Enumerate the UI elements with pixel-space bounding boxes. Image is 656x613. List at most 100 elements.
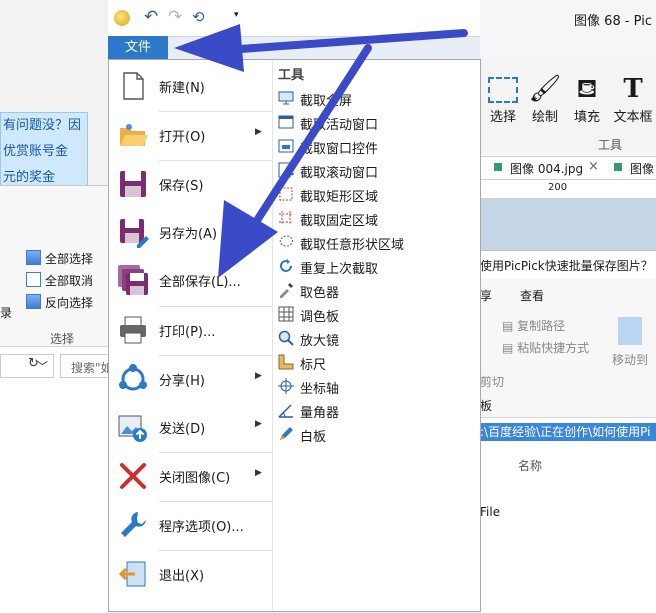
move-to-button[interactable]: 移动到 (612, 351, 648, 368)
monitor-icon (278, 91, 294, 105)
tool-color-picker[interactable]: 取色器 (278, 279, 478, 301)
fill-bucket-icon: ⛾ (576, 74, 598, 104)
select-all-button[interactable]: 全部选择 (26, 250, 93, 267)
tool-capture-fixed-region[interactable]: 截取固定区域 (278, 207, 478, 229)
rectangle-region-icon (279, 187, 293, 201)
search-input[interactable]: 搜索"如 (60, 354, 112, 378)
copy-path-button[interactable]: ▤ 复制路径 (502, 317, 565, 334)
tool-capture-rectangle[interactable]: 截取矩形区域 (278, 183, 478, 205)
tool-palette[interactable]: 调色板 (278, 303, 478, 325)
menu-item-save[interactable]: 保存(S) (109, 160, 272, 208)
nav-dropdown[interactable]: ﹀ (0, 354, 54, 378)
menu-item-save-all[interactable]: 全部保存(L)... (109, 256, 272, 304)
menu-item-print[interactable]: 打印(P)... (109, 306, 272, 354)
fill-tool-button[interactable]: ⛾ 填充 (568, 72, 606, 125)
background-explorer-window: 录 全部选择 全部取消 反向选择 选择 ﹀ ↻ 搜索"如 (0, 185, 112, 613)
close-tab-icon[interactable]: × (588, 159, 599, 174)
brush-icon: 🖌 (528, 74, 562, 104)
submenu-arrow-icon: ▶ (255, 127, 262, 137)
menu-item-open[interactable]: 打开(O) ▶ (109, 111, 272, 159)
redo-icon[interactable]: ↷ (168, 7, 182, 27)
customize-dropdown-icon[interactable]: ▾ (234, 10, 239, 20)
exit-icon (118, 561, 146, 587)
view-tab[interactable]: 查看 (520, 287, 544, 304)
submenu-arrow-icon: ▶ (255, 371, 262, 381)
share-tab[interactable]: 享 (480, 287, 492, 304)
tool-capture-fullscreen[interactable]: 截取全屏 (278, 87, 478, 109)
tool-ruler[interactable]: 标尺 (278, 351, 478, 373)
window-icon (278, 115, 294, 129)
tool-capture-control[interactable]: 截取窗口控件 (278, 135, 478, 157)
tools-group-label: 工具 (598, 138, 623, 152)
window-title: 图像 68 - Pic (574, 14, 652, 29)
palette-icon (278, 306, 294, 322)
file-label: File (480, 505, 501, 519)
crosshair-icon (278, 378, 294, 394)
ribbon-stub-label: 录 (0, 306, 13, 320)
printer-icon (120, 316, 146, 344)
ruler: 200 (480, 180, 656, 199)
draw-tool-button[interactable]: 🖌 绘制 (526, 72, 564, 125)
tool-capture-scrolling-window[interactable]: 截取滚动窗口 (278, 159, 478, 181)
capture-icon[interactable]: ⟲ (192, 8, 205, 26)
menu-item-exit[interactable]: 退出(X) (109, 550, 272, 598)
wrench-icon (121, 512, 146, 537)
menu-item-send[interactable]: 发送(D) ▶ (109, 403, 272, 451)
refresh-icon[interactable]: ↻ (28, 356, 39, 371)
save-as-icon (120, 219, 149, 248)
file-tab[interactable]: 文件 (108, 36, 168, 59)
submenu-arrow-icon: ▶ (255, 419, 262, 429)
tools-title: 工具 (278, 68, 305, 83)
control-icon (278, 139, 294, 153)
image-tab[interactable]: 图像 (630, 160, 654, 177)
tool-magnifier[interactable]: 放大镜 (278, 327, 478, 349)
freehand-region-icon (279, 235, 293, 247)
app-logo-icon (114, 10, 130, 26)
scroll-window-icon (278, 162, 294, 178)
menu-item-options[interactable]: 程序选项(O)... (109, 501, 272, 549)
paste-shortcut-button[interactable]: ▤ 粘贴快捷方式 (502, 339, 589, 356)
menu-item-save-as[interactable]: 另存为(A) (109, 208, 272, 256)
select-none-icon (26, 272, 41, 287)
select-tool-button[interactable]: 选择 (484, 72, 522, 125)
copy-path-icon: ▤ (502, 319, 518, 333)
address-bar[interactable]: :\百度经验\正在创作\如何使用Pi (480, 423, 656, 441)
move-to-icon (618, 317, 642, 345)
close-image-icon (120, 463, 146, 489)
magnifier-icon (278, 330, 294, 346)
submenu-arrow-icon: ▶ (255, 468, 262, 478)
image-tab-icon (614, 163, 622, 171)
menu-item-close-image[interactable]: 关闭图像(C) ▶ (109, 452, 272, 500)
text-t-icon: T (623, 74, 643, 104)
background-promo-panel: 有问题没？因 优赏账号金 元的奖金 (0, 112, 88, 190)
select-none-button[interactable]: 全部取消 (26, 272, 93, 289)
invert-selection-button[interactable]: 反向选择 (26, 294, 93, 311)
tool-repeat-last-capture[interactable]: 重复上次截取 (278, 255, 478, 277)
tool-protractor[interactable]: 量角器 (278, 399, 478, 421)
tool-capture-freehand[interactable]: 截取任意形状区域 (278, 231, 478, 253)
clipboard-group-label: 板 (480, 399, 493, 413)
menu-item-new[interactable]: 新建(N) (109, 62, 272, 110)
open-folder-icon (120, 124, 148, 146)
ruler-mark: 200 (548, 182, 568, 193)
tools-panel: 工具 截取全屏 截取活动窗口 截取窗口控件 截取滚动窗口 截取矩形区域 截取固定… (272, 60, 481, 611)
paste-shortcut-icon: ▤ (502, 341, 518, 355)
image-tab[interactable]: 图像 004.jpg (510, 160, 583, 177)
save-icon (120, 171, 146, 197)
tool-whiteboard[interactable]: 白板 (278, 423, 478, 445)
tool-capture-active-window[interactable]: 截取活动窗口 (278, 111, 478, 133)
protractor-icon (278, 404, 293, 418)
textbox-tool-button[interactable]: T 文本框 (610, 72, 656, 125)
background-explorer-window-2: 使用PicPick快速批量保存图片？ 享 查看 ▤ 复制路径 ▤ 粘贴快捷方式 … (480, 250, 656, 613)
select-all-icon (26, 250, 41, 265)
tool-crosshair[interactable]: 坐标轴 (278, 375, 478, 397)
invert-selection-icon (26, 294, 41, 309)
save-all-icon (118, 265, 148, 295)
undo-icon[interactable]: ↶ (144, 7, 158, 27)
search-placeholder: 搜索"如 (71, 361, 112, 375)
share-icon (119, 364, 147, 391)
picpick-ribbon: 选择 🖌 绘制 ⛾ 填充 T 文本框 工具 (480, 62, 656, 152)
dashed-rect-icon (484, 72, 522, 106)
menu-item-share[interactable]: 分享(H) ▶ (109, 355, 272, 403)
name-column-header[interactable]: 名称 (518, 457, 542, 474)
